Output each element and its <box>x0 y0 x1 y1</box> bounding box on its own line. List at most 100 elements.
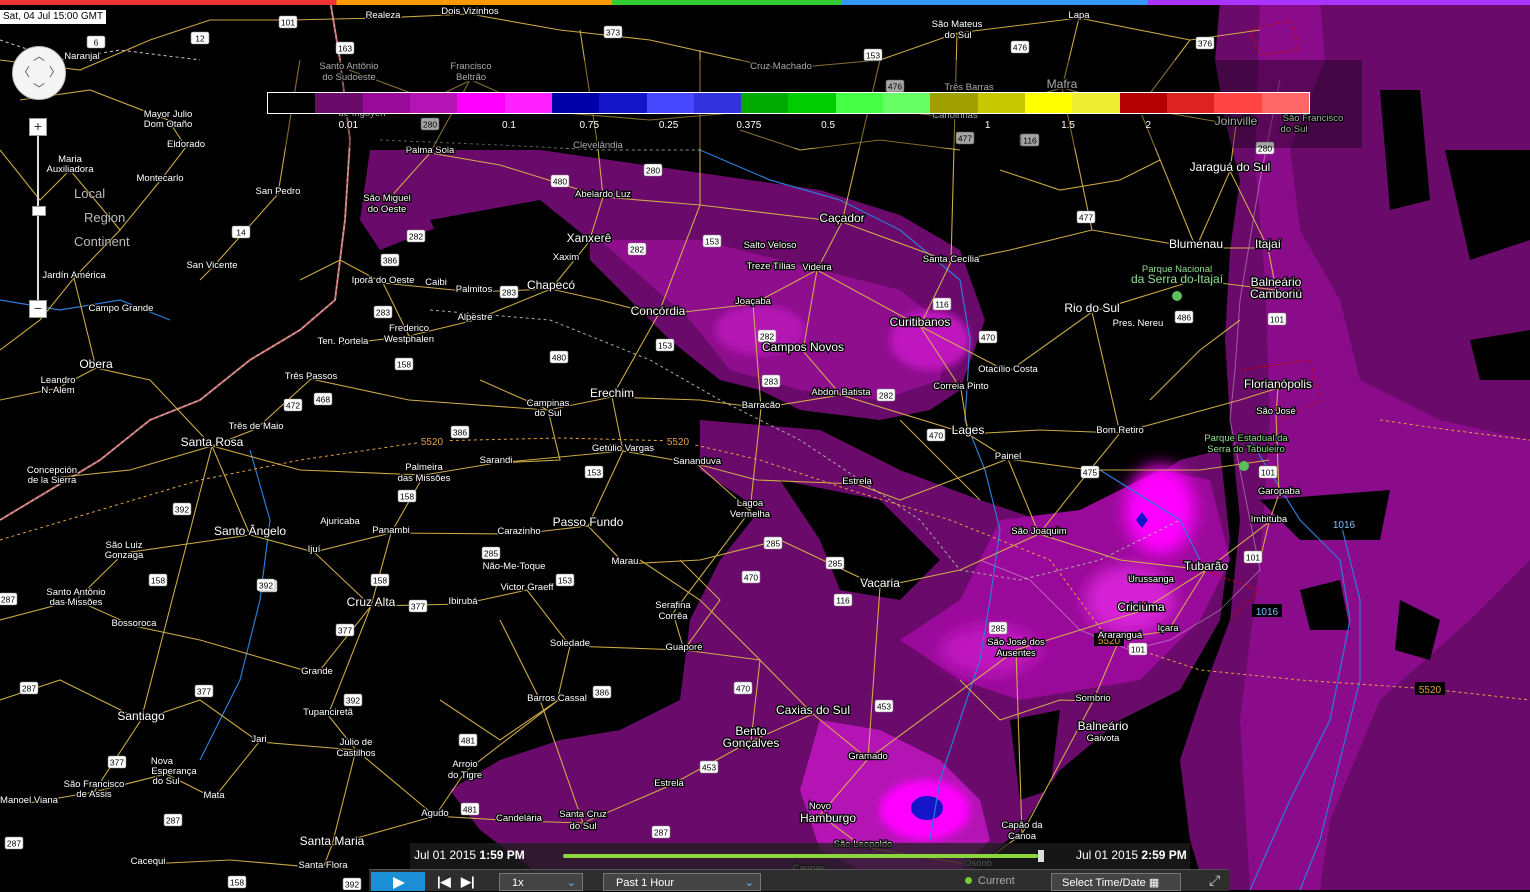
highway-shield-number: 376 <box>1198 39 1212 49</box>
highway-shield-number: 153 <box>705 237 719 247</box>
city-label: Içara <box>1157 623 1179 634</box>
city-label: Santiago <box>117 709 165 723</box>
city-label: N. Alem <box>41 385 74 396</box>
city-label: Guaporé <box>666 642 703 653</box>
highway-shield: 282 <box>627 242 647 256</box>
highway-shield: 392 <box>172 502 192 516</box>
city-label: Jaraguá do Sul <box>1190 160 1271 174</box>
highway-shield-number: 480 <box>553 177 567 187</box>
isobar-label: 1016 <box>1252 604 1282 618</box>
city-label: Mata <box>203 790 225 801</box>
speed-select[interactable]: 1x ⌄ <box>499 873 583 891</box>
pan-right-icon[interactable]: 〉 <box>49 66 61 78</box>
zoom-handle[interactable] <box>32 206 46 216</box>
city-label: Obera <box>79 357 113 371</box>
city-label: Vacaria <box>860 576 900 590</box>
city-label: Painel <box>995 451 1021 462</box>
highway-shield-number: 480 <box>552 353 566 363</box>
highway-shield-number: 287 <box>654 828 668 838</box>
isobar-value: 5520 <box>667 437 690 448</box>
city-label: Xaxim <box>553 252 579 263</box>
timeline-handle[interactable] <box>1038 850 1045 862</box>
highway-shield-number: 282 <box>409 232 423 242</box>
legend-swatch <box>693 93 742 113</box>
legend-swatch <box>788 93 836 113</box>
city-label: Dom Otaño <box>144 119 193 130</box>
pan-up-icon[interactable]: ︿ <box>33 50 45 62</box>
timeline-slider[interactable] <box>563 850 1045 862</box>
step-back-icon[interactable]: |◀ <box>437 874 451 890</box>
zoom-label-local[interactable]: Local <box>74 186 105 201</box>
highway-shield-number: 158 <box>230 878 244 888</box>
tree-icon <box>1239 461 1249 471</box>
highway-shield-number: 476 <box>1013 43 1027 53</box>
highway-shield-number: 282 <box>630 245 644 255</box>
highway-shield-number: 377 <box>411 602 425 612</box>
legend-swatch <box>315 93 363 113</box>
highway-shield: 101 <box>1267 312 1287 326</box>
highway-shield: 386 <box>450 425 470 439</box>
zoom-in-button[interactable]: + <box>29 118 47 136</box>
highway-shield: 101 <box>1243 550 1263 564</box>
legend-swatch <box>551 93 600 113</box>
zoom-label-continent[interactable]: Continent <box>74 234 130 249</box>
range-select[interactable]: Past 1 Hour ⌄ <box>603 873 761 891</box>
expand-icon[interactable]: ⤢ <box>1209 872 1220 889</box>
city-label: San Vicente <box>186 260 237 271</box>
city-label: Arroio <box>452 759 477 770</box>
isobar-label: 5520 <box>417 434 447 448</box>
isobar-label: 5520 <box>663 434 693 448</box>
city-label: Capão da <box>1001 820 1043 831</box>
highway-shield-number: 282 <box>879 391 893 401</box>
play-button[interactable] <box>371 872 425 891</box>
legend-swatch <box>268 93 316 113</box>
city-label: Montecarlo <box>137 173 184 184</box>
highway-shield-number: 158 <box>151 576 165 586</box>
highway-shield-number: 14 <box>236 228 246 238</box>
city-label: Passo Fundo <box>553 515 624 529</box>
highway-shield: 158 <box>394 357 414 371</box>
city-label: Garopaba <box>1258 486 1301 497</box>
city-label: do Sul <box>535 408 562 419</box>
legend-swatch <box>504 93 552 113</box>
highway-shield-number: 377 <box>110 758 124 768</box>
isobar-label: 1016 <box>1329 517 1359 531</box>
city-label: do Sul <box>570 821 597 832</box>
city-label: de la Sierra <box>28 475 77 486</box>
highway-shield: 470 <box>978 330 998 344</box>
city-label: Gonçalves <box>723 736 780 750</box>
city-label: Victor Graeff <box>501 582 554 593</box>
select-time-button[interactable]: Select Time/Date ▦ <box>1051 873 1181 891</box>
zoom-track[interactable] <box>37 136 39 306</box>
isobar-value: 1016 <box>1256 607 1279 618</box>
city-label: Caibi <box>425 277 447 288</box>
highway-shield-number: 285 <box>991 624 1005 634</box>
city-label: das Missões <box>50 597 103 608</box>
zoom-control[interactable]: + − <box>28 118 48 318</box>
highway-shield: 287 <box>163 813 183 827</box>
city-label: Ajuricaba <box>320 516 360 527</box>
pan-left-icon[interactable]: 〈 <box>18 66 30 78</box>
city-label: Tubarão <box>1184 559 1229 573</box>
zoom-label-region[interactable]: Region <box>84 210 125 225</box>
pan-control[interactable]: ︿ ﹀ 〈 〉 <box>12 46 66 100</box>
highway-shield: 101 <box>278 15 298 29</box>
zoom-out-button[interactable]: − <box>29 300 47 318</box>
highway-shield: 287 <box>0 592 18 606</box>
city-label: Itajaí <box>1255 237 1282 251</box>
highway-shield-number: 470 <box>929 431 943 441</box>
highway-shield: 486 <box>1174 310 1194 324</box>
highway-shield: 163 <box>335 41 355 55</box>
step-forward-icon[interactable]: ▶| <box>461 874 475 890</box>
highway-shield: 392 <box>342 877 362 890</box>
highway-shield: 376 <box>1195 36 1215 50</box>
highway-shield-number: 386 <box>383 256 397 266</box>
legend-swatch <box>741 93 789 113</box>
highway-shield-number: 158 <box>400 492 414 502</box>
pan-down-icon[interactable]: ﹀ <box>33 83 45 95</box>
city-label: Não-Me-Toque <box>483 561 546 572</box>
highway-shield-number: 280 <box>646 166 660 176</box>
current-button[interactable]: Current <box>965 875 1015 887</box>
highway-shield: 287 <box>651 825 671 839</box>
highway-shield: 373 <box>603 25 623 39</box>
